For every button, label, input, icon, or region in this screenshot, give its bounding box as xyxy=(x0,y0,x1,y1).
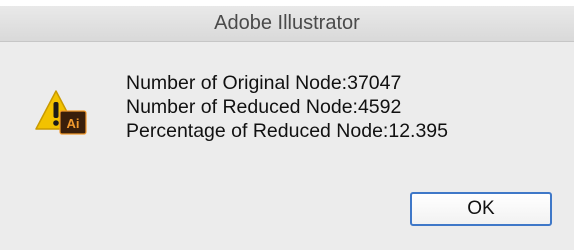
alert-dialog: Ai Number of Original Node:37047 Number … xyxy=(0,43,574,250)
warning-icon: Ai xyxy=(34,89,94,135)
message-text: Number of Original Node:37047 Number of … xyxy=(126,71,448,143)
reduced-node-count-line: Number of Reduced Node:4592 xyxy=(126,96,402,118)
reduced-node-percentage-line: Percentage of Reduced Node:12.395 xyxy=(126,120,448,142)
title-bar[interactable]: Adobe Illustrator xyxy=(0,6,574,42)
illustrator-badge-text: Ai xyxy=(67,116,80,131)
window-title: Adobe Illustrator xyxy=(214,12,360,34)
original-node-count-line: Number of Original Node:37047 xyxy=(126,72,402,94)
ok-button[interactable]: OK xyxy=(410,192,552,226)
